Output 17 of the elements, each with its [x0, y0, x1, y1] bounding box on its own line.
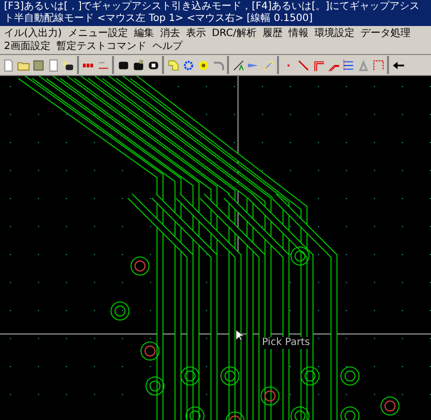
menu-item[interactable]: 表示	[186, 27, 206, 40]
menu-item[interactable]: DRC/解析	[212, 27, 256, 40]
menu-item[interactable]: イル(入出力)	[4, 27, 62, 40]
mouse-pointer-icon	[236, 330, 244, 342]
menu-item[interactable]: 暫定テストコマンド	[56, 40, 146, 53]
menu-item[interactable]: 2画面設定	[4, 40, 50, 53]
menu-item[interactable]: 環境設定	[314, 27, 354, 40]
cursor-label: Pick Parts	[262, 337, 310, 349]
menu-item[interactable]: データ処理	[360, 27, 410, 40]
menu-item[interactable]: 履歴	[262, 27, 282, 40]
window-title: [F3]あるいは[，]でギャップアシスト引き込みモード，[F4]あるいは[。]にてギャップアシスト半自動配線モード <マウス左 Top 1> <マウス右> [線幅 0.1500]	[0, 0, 431, 26]
pcb-canvas[interactable]: Pick Parts	[0, 76, 431, 420]
menu-item[interactable]: メニュー設定	[68, 27, 128, 40]
menu-item[interactable]: 編集	[134, 27, 154, 40]
menu-item[interactable]: 情報	[288, 27, 308, 40]
menu-item[interactable]: 消去	[160, 27, 180, 40]
menu-item[interactable]: ヘルプ	[152, 40, 182, 53]
